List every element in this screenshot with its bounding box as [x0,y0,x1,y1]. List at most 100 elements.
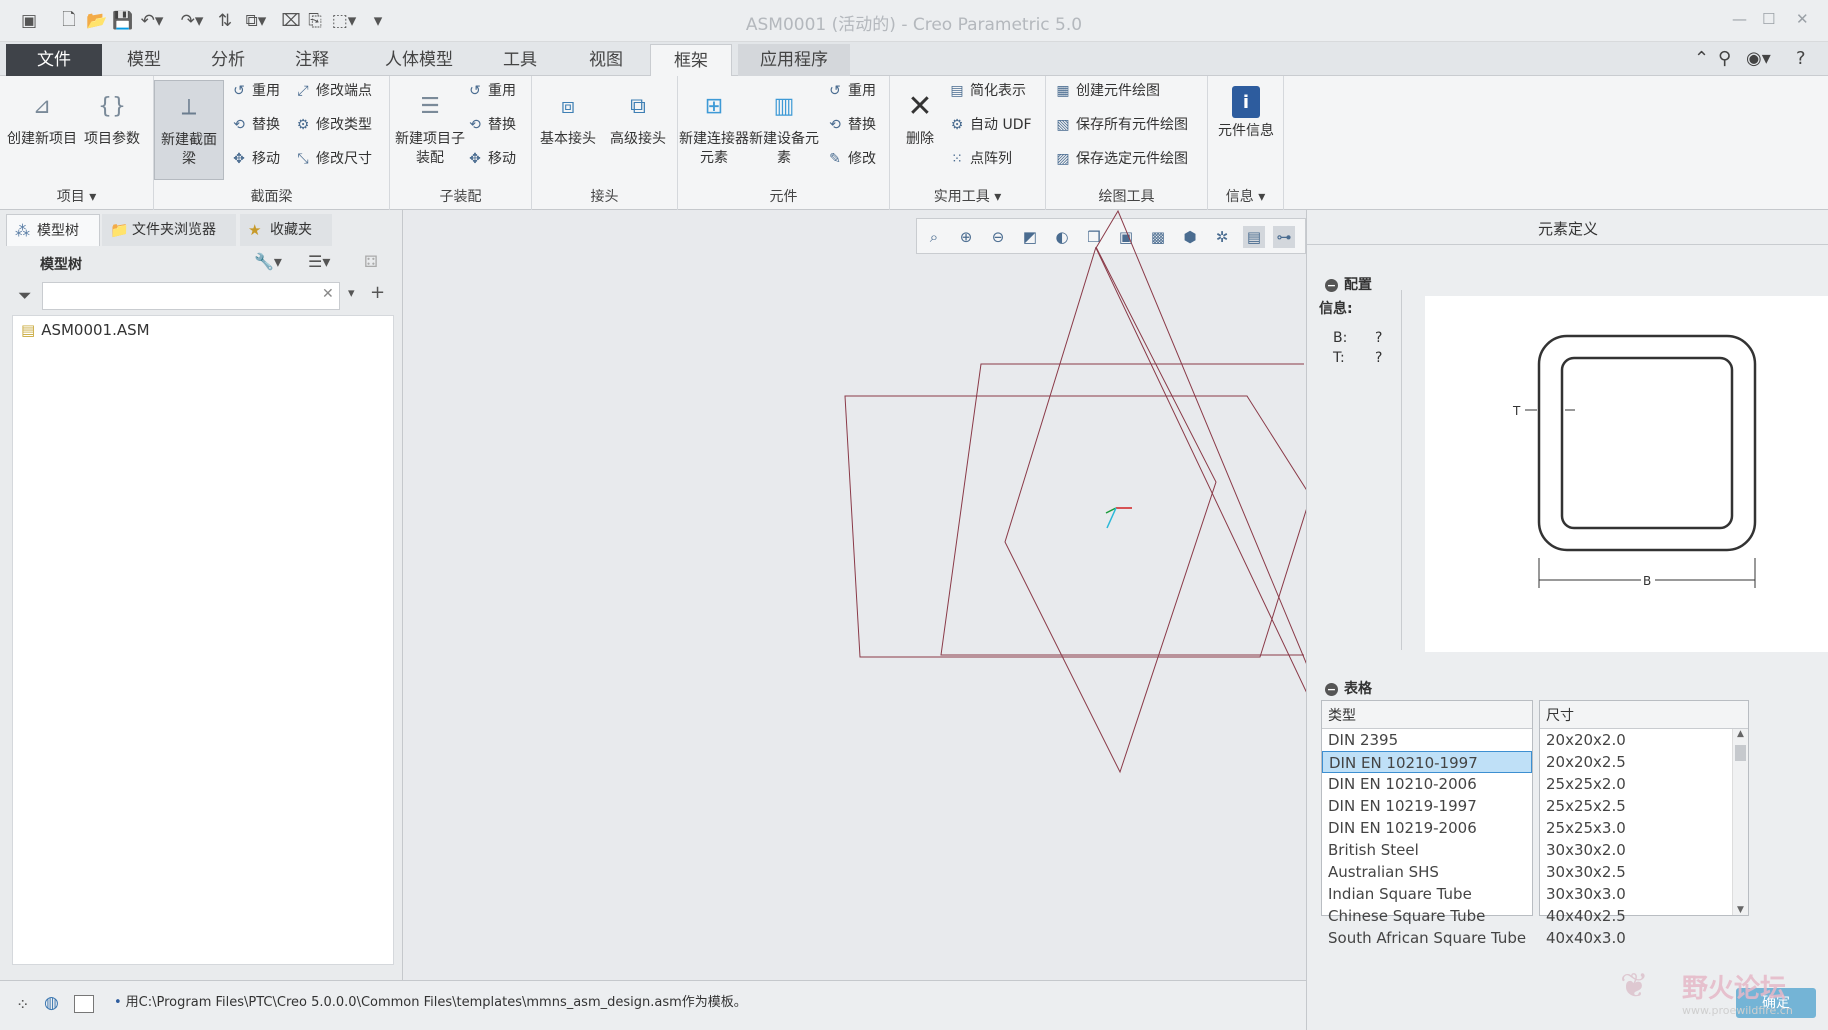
type-list-item[interactable]: DIN 2395 [1322,729,1532,751]
reuse-button[interactable]: ↺ 重用 [230,78,280,104]
tree-show-icon[interactable]: ☰▾ [308,252,330,271]
sub-reuse-button[interactable]: ↺ 重用 [466,78,516,104]
search-icon[interactable]: ⚲ [1718,48,1731,69]
scroll-thumb[interactable] [1735,745,1746,761]
replace-icon: ⟲ [829,117,841,133]
size-list-item[interactable]: 25x25x2.5 [1540,795,1748,817]
tree-search-input[interactable] [42,282,340,310]
group-label-info[interactable]: 信息 ▾ [1208,186,1283,206]
type-list-item[interactable]: DIN EN 10210-1997 [1322,751,1532,773]
group-label-project[interactable]: 项目 ▾ [0,186,153,206]
graphics-window[interactable]: ⌕ ⊕ ⊖ ◩ ◐ ❒ ▣ ▩ ⬢ ✲ ▤ ⊶ [404,210,1306,980]
config-section-header[interactable]: − 配置 [1325,274,1372,294]
simplified-rep-button[interactable]: ▤ 简化表示 [948,78,1026,104]
size-list-scrollbar[interactable]: ▲ ▼ [1732,729,1748,915]
size-list-item[interactable]: 30x30x2.5 [1540,861,1748,883]
tab-file[interactable]: 文件 [6,44,102,76]
tab-model-tree[interactable]: ⁂ 模型树 [6,214,100,246]
scroll-up-icon[interactable]: ▲ [1733,729,1748,739]
comp-replace-button[interactable]: ⟲ 替换 [826,112,876,138]
tab-favorites[interactable]: ★ 收藏夹 [240,214,332,246]
size-list-item[interactable]: 20x20x2.0 [1540,729,1748,751]
tree-settings-icon[interactable]: 🔧▾ [254,252,282,271]
t-dim-label: T [1512,404,1521,418]
type-list-item[interactable]: Chinese Square Tube [1322,905,1532,927]
sub-move-button[interactable]: ✥ 移动 [466,146,516,172]
size-list-item[interactable]: 25x25x3.0 [1540,817,1748,839]
type-list-item[interactable]: DIN EN 10219-2006 [1322,817,1532,839]
tab-folder-browser[interactable]: 📁 文件夹浏览器 [102,214,236,246]
new-item-button[interactable]: ⊿ 创建新项目 [6,80,78,180]
replace-button[interactable]: ⟲ 替换 [230,112,280,138]
tab-manikin[interactable]: 人体模型 [364,44,474,76]
full-screen-icon[interactable] [74,995,94,1013]
modify-end-button[interactable]: ⤢ 修改端点 [294,78,372,104]
minimize-icon[interactable]: — [1732,10,1747,28]
close-icon[interactable]: ✕ [1796,10,1809,28]
group-label-utility[interactable]: 实用工具 ▾ [890,186,1045,206]
layout-icon[interactable]: ⁘ [16,995,29,1014]
community-icon[interactable]: ◉▾ [1746,48,1771,69]
move-button[interactable]: ✥ 移动 [230,146,280,172]
new-connector-button[interactable]: ⊞ 新建连接器元素 [678,80,750,180]
message-bullet-icon: • [114,995,122,1010]
type-list-item[interactable]: DIN EN 10219-1997 [1322,795,1532,817]
help-icon[interactable]: ? [1796,48,1806,69]
new-sub-button[interactable]: ☰ 新建项目子装配 [394,80,466,180]
comp-modify-button[interactable]: ✎ 修改 [826,146,876,172]
size-list-item[interactable]: 30x30x3.0 [1540,883,1748,905]
clear-search-icon[interactable]: ✕ [322,286,334,302]
group-component: ⊞ 新建连接器元素 ▥ 新建设备元素 ↺ 重用 ⟲ 替换 ✎ 修改 元件 [678,76,890,210]
auto-udf-button[interactable]: ⚙ 自动 UDF [948,112,1032,138]
type-list-item[interactable]: DIN EN 10210-2006 [1322,773,1532,795]
size-list-items: 20x20x2.0 20x20x2.5 25x25x2.0 25x25x2.5 25x2… [1540,729,1748,949]
size-list-item[interactable]: 40x40x2.5 [1540,905,1748,927]
filter-icon[interactable]: ⏷ [18,286,32,306]
new-equipment-button[interactable]: ▥ 新建设备元素 [748,80,820,180]
type-list-item[interactable]: Australian SHS [1322,861,1532,883]
type-list-item[interactable]: Indian Square Tube [1322,883,1532,905]
maximize-icon[interactable]: ☐ [1762,10,1775,28]
tab-applications[interactable]: 应用程序 [738,44,850,76]
group-drawing: ▦ 创建元件绘图 ▧ 保存所有元件绘图 ▨ 保存选定元件绘图 绘图工具 [1046,76,1208,210]
size-list-item[interactable]: 20x20x2.5 [1540,751,1748,773]
modify-type-button[interactable]: ⚙ 修改类型 [294,112,372,138]
item-params-button[interactable]: {} 项目参数 [76,80,148,180]
size-list-item[interactable]: 30x30x2.0 [1540,839,1748,861]
tree-root-item[interactable]: ▤ ASM0001.ASM [21,318,150,342]
type-list-item[interactable]: British Steel [1322,839,1532,861]
modify-size-button[interactable]: ⤡ 修改尺寸 [294,146,372,172]
size-list-item[interactable]: 25x25x2.0 [1540,773,1748,795]
basic-joint-button[interactable]: ⧈ 基本接头 [532,80,604,180]
comp-reuse-button[interactable]: ↺ 重用 [826,78,876,104]
size-list-item[interactable]: 40x40x3.0 [1540,927,1748,949]
create-drawing-button[interactable]: ▦ 创建元件绘图 [1054,78,1160,104]
add-filter-icon[interactable]: + [370,282,385,303]
tab-view[interactable]: 视图 [570,44,642,76]
reuse-icon: ↺ [233,83,245,99]
save-selected-drawings-button[interactable]: ▨ 保存选定元件绘图 [1054,146,1188,172]
tab-analysis[interactable]: 分析 [192,44,264,76]
point-pattern-button[interactable]: ⁙ 点阵列 [948,146,1012,172]
browser-icon[interactable]: ◍ [44,993,59,1013]
new-section-beam-button[interactable]: ⟂ 新建截面梁 [154,80,224,180]
sub-replace-button[interactable]: ⟲ 替换 [466,112,516,138]
collapse-ribbon-icon[interactable]: ⌃ [1694,48,1709,69]
delete-button[interactable]: ✕ 删除 [892,80,948,180]
tab-annotate[interactable]: 注释 [276,44,348,76]
tab-model[interactable]: 模型 [108,44,180,76]
type-list-item[interactable]: South African Square Tube [1322,927,1532,949]
tree-columns-icon[interactable]: ⚃ [364,252,378,271]
save-all-drawings-button[interactable]: ▧ 保存所有元件绘图 [1054,112,1188,138]
datum-plane-top [940,363,1304,656]
scroll-down-icon[interactable]: ▼ [1733,905,1748,915]
search-options-icon[interactable]: ▾ [348,286,355,301]
tab-framework[interactable]: 框架 [650,44,732,76]
size-list[interactable]: 尺寸 20x20x2.0 20x20x2.5 25x25x2.0 25x25x2.5 2… [1539,700,1749,947]
advanced-joint-button[interactable]: ⧉ 高级接头 [602,80,674,180]
tab-tools[interactable]: 工具 [484,44,556,76]
component-info-button[interactable]: i 元件信息 [1210,80,1282,180]
table-section-header[interactable]: − 表格 [1325,678,1372,698]
move-icon: ✥ [469,151,481,167]
type-list[interactable]: 类型 DIN 2395 DIN EN 10210-1997 DIN EN 10210… [1321,700,1533,947]
